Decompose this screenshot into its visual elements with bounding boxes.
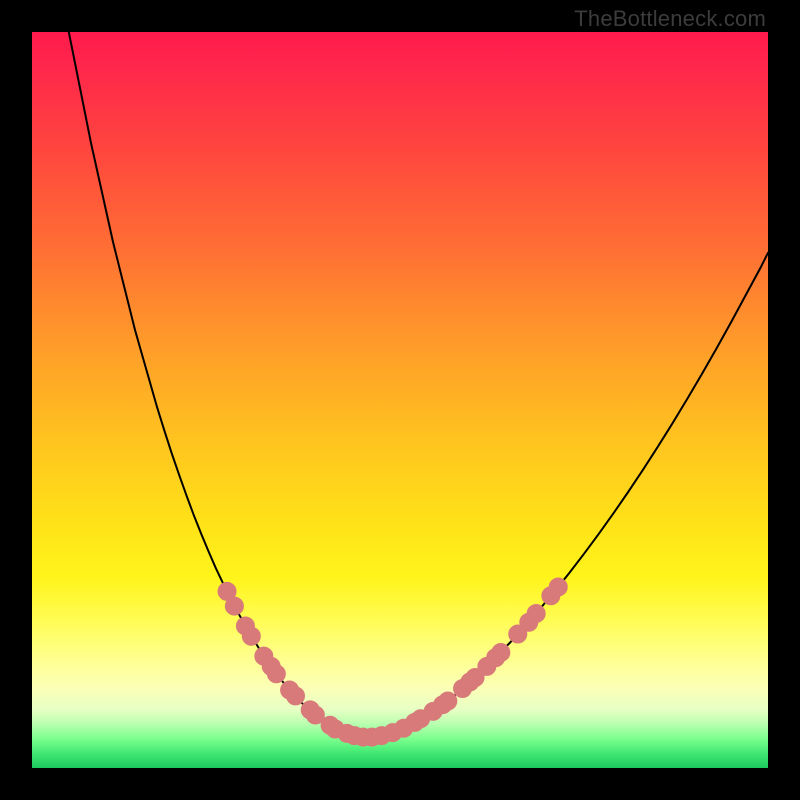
plot-area <box>32 32 768 768</box>
bottleneck-curve-svg <box>32 32 768 768</box>
chart-frame: TheBottleneck.com <box>0 0 800 800</box>
watermark-text: TheBottleneck.com <box>574 6 766 32</box>
curve-marker <box>527 604 545 622</box>
curve-marker <box>225 597 243 615</box>
curve-marker <box>267 665 285 683</box>
curve-marker <box>439 692 457 710</box>
curve-marker <box>242 627 260 645</box>
curve-marker <box>286 687 304 705</box>
curve-marker <box>492 643 510 661</box>
bottleneck-curve <box>69 32 768 737</box>
curve-markers <box>218 578 567 746</box>
curve-marker <box>549 578 567 596</box>
